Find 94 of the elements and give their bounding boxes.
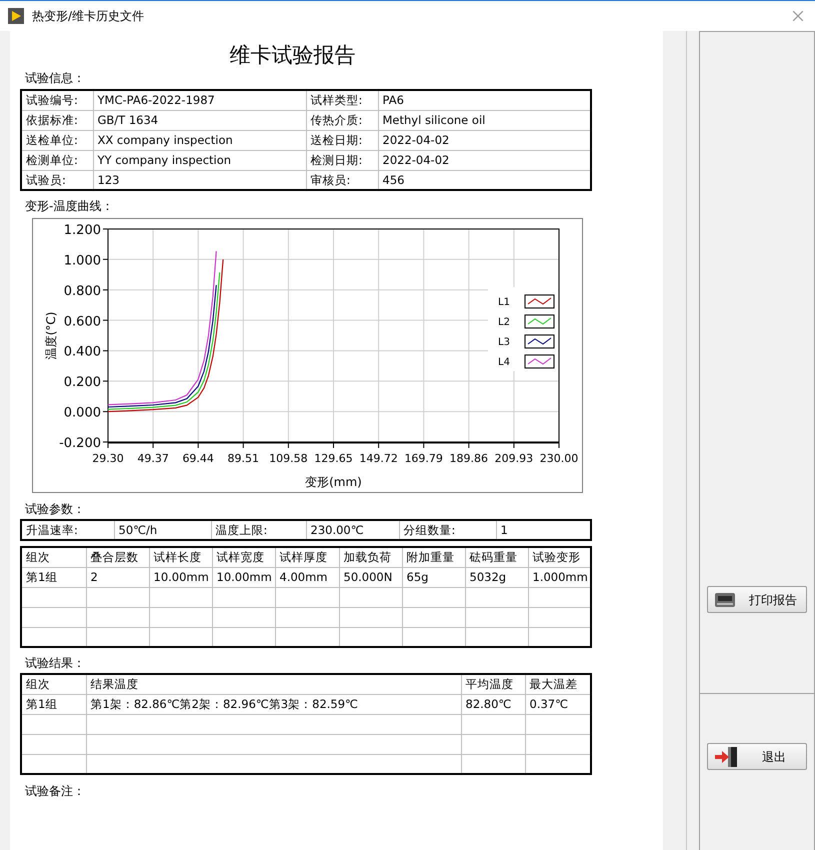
field-label: 送检单位: xyxy=(26,133,78,147)
section-heading: 变形-温度曲线： xyxy=(24,199,114,214)
legend-swatch xyxy=(524,314,554,328)
exit-button[interactable]: 退出 xyxy=(706,743,807,770)
y-tick-label: 0.600 xyxy=(64,314,101,330)
exit-door-icon xyxy=(714,746,738,766)
table-cell: 10.00mm xyxy=(154,570,209,584)
x-tick-label: 69.44 xyxy=(182,452,214,465)
field-value: PA6 xyxy=(382,93,404,108)
table-cell: 1.000mm xyxy=(532,570,588,584)
field-label: 试验员: xyxy=(26,172,66,187)
y-tick-label: 0.800 xyxy=(64,284,101,299)
y-tick-label: 1.200 xyxy=(64,223,101,238)
x-tick-label: 109.58 xyxy=(269,452,308,465)
legend-swatch xyxy=(524,354,554,368)
column-header: 结果温度 xyxy=(90,677,138,692)
table-cell: 2 xyxy=(90,570,98,584)
field-label: 审核员: xyxy=(310,172,350,187)
table-cell: 4.00mm xyxy=(280,570,328,584)
section-heading: 试验信息： xyxy=(24,71,86,86)
field-value: GB/T 1634 xyxy=(98,113,158,127)
report-title: 维卡试验报告 xyxy=(228,42,356,69)
column-header: 组次 xyxy=(26,550,50,564)
field-value: 456 xyxy=(382,172,404,187)
column-header: 试样长度 xyxy=(154,550,202,564)
field-label: 依据标准: xyxy=(26,113,78,127)
legend-label: L1 xyxy=(498,297,510,308)
field-value: 230.00℃ xyxy=(310,523,364,537)
field-value: XX company inspection xyxy=(98,133,233,147)
field-label: 传热介质: xyxy=(310,113,362,127)
column-header: 试样厚度 xyxy=(280,550,328,564)
field-value: 123 xyxy=(98,172,120,187)
table-cell: 5032g xyxy=(470,570,506,584)
legend-swatch xyxy=(524,294,554,308)
y-tick-label: 0.200 xyxy=(64,375,101,390)
field-label: 检测日期: xyxy=(310,153,362,167)
table-cell: 第1架：82.86℃第2架：82.96℃第3架：82.59℃ xyxy=(90,697,358,711)
column-header: 试样宽度 xyxy=(216,550,264,564)
column-header: 最大温差 xyxy=(530,677,578,692)
field-label: 试验编号: xyxy=(26,93,78,108)
x-tick-label: 129.65 xyxy=(314,452,353,465)
field-value: YY company inspection xyxy=(98,153,232,167)
print-button[interactable]: 打印报告 xyxy=(706,586,807,613)
field-value: 2022-04-02 xyxy=(382,133,450,147)
table-cell: 第1组 xyxy=(26,697,58,711)
field-label: 升温速率: xyxy=(26,523,78,537)
field-label: 检测单位: xyxy=(26,153,78,167)
field-value: 2022-04-02 xyxy=(382,153,450,167)
table-cell: 10.00mm xyxy=(216,570,272,584)
x-tick-label: 89.51 xyxy=(228,452,260,465)
x-tick-label: 230.00 xyxy=(540,452,578,465)
table-cell: 65g xyxy=(406,570,428,584)
field-label: 分组数量: xyxy=(404,523,456,537)
x-tick-label: 189.86 xyxy=(450,452,488,465)
y-axis-label: 温度(°C) xyxy=(44,312,58,360)
legend-label: L2 xyxy=(498,317,510,328)
column-header: 组次 xyxy=(26,677,50,692)
x-tick-label: 149.72 xyxy=(359,452,398,465)
window-title: 热变形/维卡历史文件 xyxy=(32,8,146,25)
column-header: 加载负荷 xyxy=(344,550,392,564)
legend-swatch xyxy=(524,334,554,348)
app-icon xyxy=(8,8,24,24)
x-tick-label: 49.37 xyxy=(137,452,169,465)
field-label: 试样类型: xyxy=(310,93,362,108)
x-tick-label: 29.30 xyxy=(92,452,124,465)
y-tick-label: -0.200 xyxy=(59,436,101,451)
y-tick-label: 1.000 xyxy=(64,253,101,268)
section-heading: 试验结果： xyxy=(24,656,86,671)
table-cell: 第1组 xyxy=(26,570,58,584)
section-heading: 试验参数： xyxy=(24,502,86,517)
legend-label: L3 xyxy=(498,337,510,348)
column-header: 附加重量 xyxy=(406,550,454,564)
y-tick-label: 0.000 xyxy=(64,406,101,421)
field-label: 送检日期: xyxy=(310,133,362,147)
table-cell: 82.80℃ xyxy=(466,697,512,711)
field-label: 温度上限: xyxy=(216,523,268,537)
table-cell: 0.37℃ xyxy=(530,697,568,711)
table-cell: 50.000N xyxy=(344,570,392,584)
column-header: 砝码重量 xyxy=(470,550,518,564)
legend-label: L4 xyxy=(498,357,510,368)
section-heading: 试验备注： xyxy=(24,784,86,799)
field-value: 50℃/h xyxy=(118,523,158,537)
field-value: 1 xyxy=(500,523,508,537)
field-value: YMC-PA6-2022-1987 xyxy=(98,93,215,108)
column-header: 平均温度 xyxy=(466,677,514,692)
close-icon[interactable] xyxy=(793,11,803,21)
column-header: 叠合层数 xyxy=(90,550,138,564)
x-axis-label: 变形(mm) xyxy=(305,475,362,489)
field-value: Methyl silicone oil xyxy=(382,113,486,127)
printer-icon xyxy=(714,590,736,608)
column-header: 试验变形 xyxy=(532,550,580,564)
y-tick-label: 0.400 xyxy=(64,344,101,360)
x-tick-label: 209.93 xyxy=(494,452,534,465)
x-tick-label: 169.79 xyxy=(404,452,443,465)
